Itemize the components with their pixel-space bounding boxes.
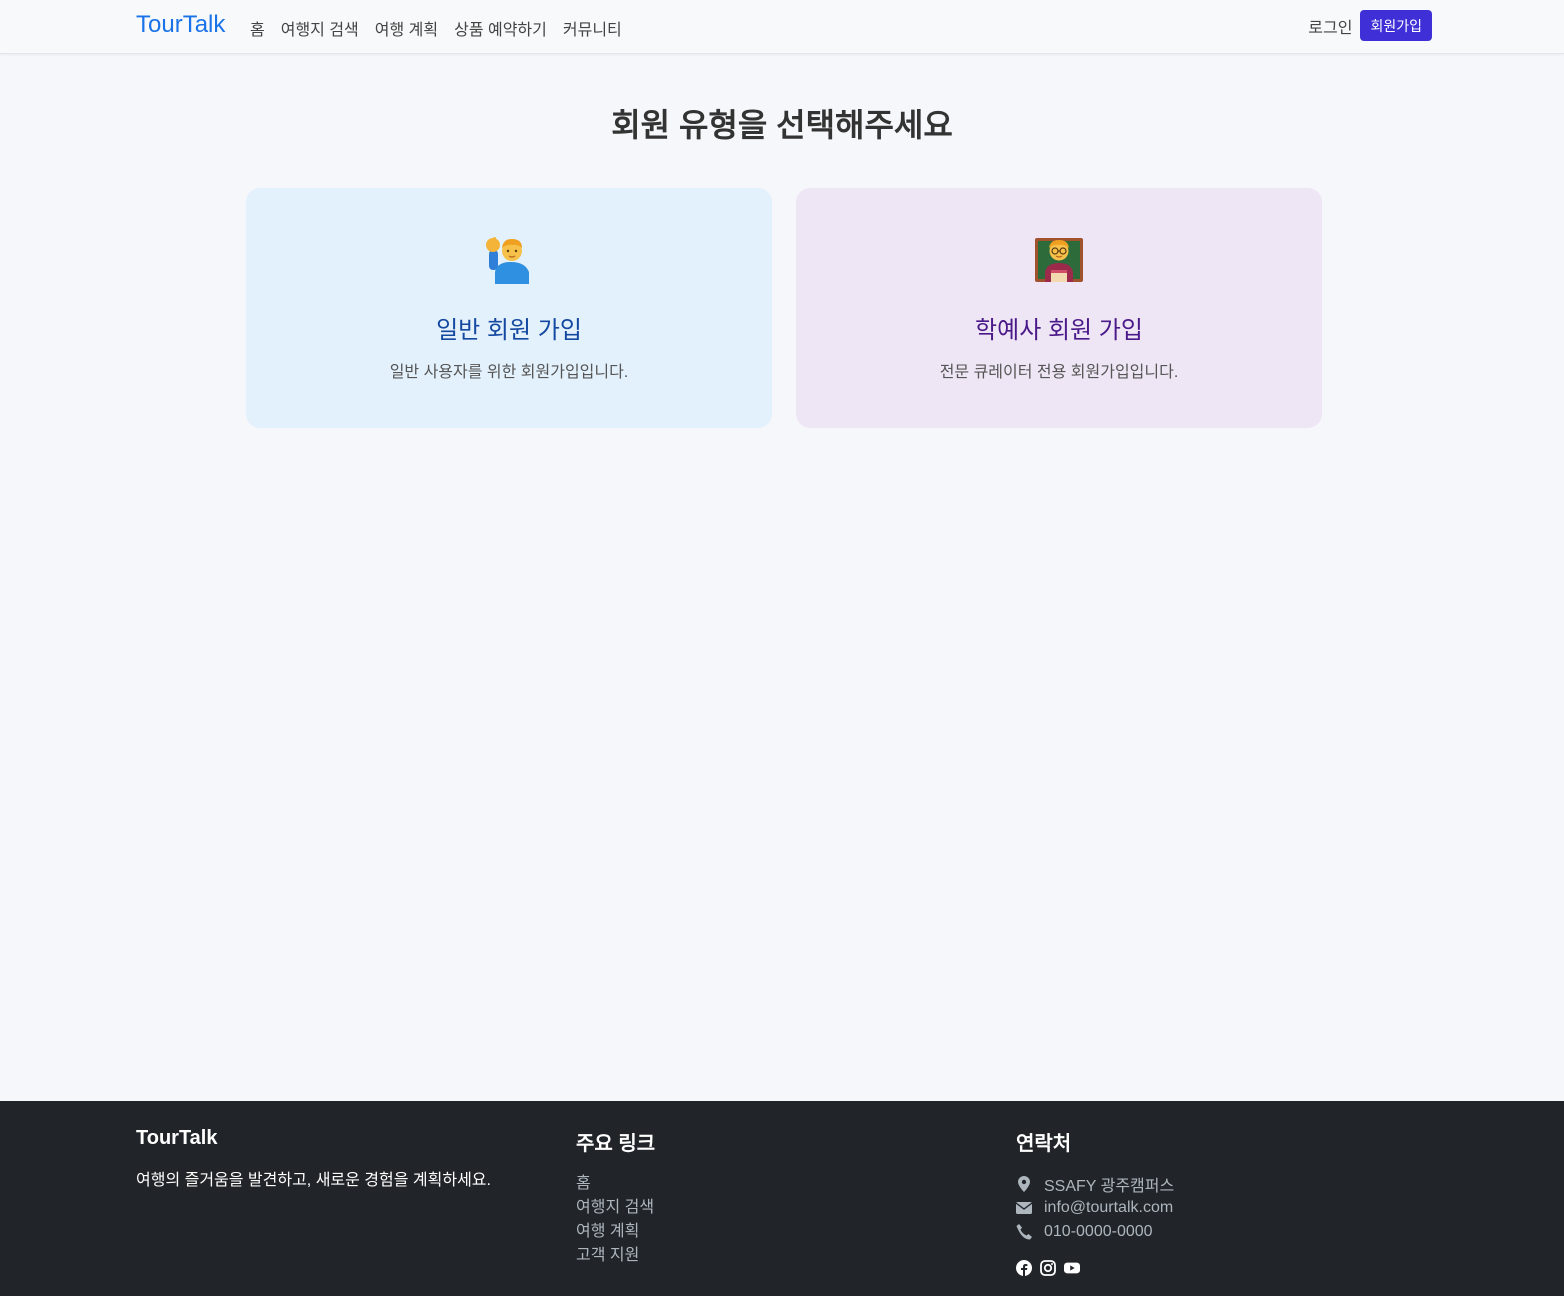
signup-button[interactable]: 회원가입: [1360, 10, 1432, 41]
youtube-icon[interactable]: [1064, 1260, 1080, 1276]
contact-address-text: SSAFY 광주캠퍼스: [1044, 1178, 1175, 1195]
curator-signup-description: 전문 큐레이터 전용 회원가입입니다.: [939, 364, 1179, 381]
curator-signup-title: 학예사 회원 가입: [975, 317, 1143, 344]
general-signup-description: 일반 사용자를 위한 회원가입입니다.: [389, 364, 629, 381]
general-signup-card[interactable]: 일반 회원 가입 일반 사용자를 위한 회원가입입니다.: [246, 188, 772, 428]
footer-tagline: 여행의 즐거움을 발견하고, 새로운 경험을 계획하세요.: [136, 1172, 491, 1189]
contact-email: info@tourtalk.com: [1016, 1196, 1174, 1220]
footer-links-title: 주요 링크: [576, 1133, 656, 1155]
social-links: [1016, 1260, 1174, 1276]
phone-icon: [1016, 1224, 1032, 1240]
curator-signup-card[interactable]: 학예사 회원 가입 전문 큐레이터 전용 회원가입입니다.: [796, 188, 1322, 428]
contact-email-text: info@tourtalk.com: [1044, 1199, 1174, 1216]
footer: TourTalk 여행의 즐거움을 발견하고, 새로운 경험을 계획하세요. 주…: [0, 1101, 1564, 1296]
footer-brand: TourTalk: [136, 1127, 218, 1149]
contact-phone-text: 010-0000-0000: [1044, 1223, 1153, 1240]
page-title: 회원 유형을 선택해주세요: [611, 107, 953, 143]
footer-links-list: 홈 여행지 검색 여행 계획 고객 지원: [576, 1172, 655, 1268]
footer-link-home[interactable]: 홈: [576, 1172, 655, 1196]
footer-contact-title: 연락처: [1016, 1133, 1072, 1155]
contact-phone: 010-0000-0000: [1016, 1220, 1174, 1244]
brand-logo[interactable]: TourTalk: [136, 11, 225, 39]
general-signup-title: 일반 회원 가입: [436, 317, 582, 344]
envelope-icon: [1016, 1200, 1032, 1216]
nav-link-booking[interactable]: 상품 예약하기: [454, 16, 547, 40]
instagram-icon[interactable]: [1040, 1260, 1056, 1276]
nav-links: 홈 여행지 검색 여행 계획 상품 예약하기 커뮤니티: [250, 16, 622, 40]
facebook-icon[interactable]: [1016, 1260, 1032, 1276]
footer-contact: 연락처 SSAFY 광주캠퍼스 info@tourtalk.com 010-00…: [1016, 1127, 1174, 1276]
teacher-icon: [796, 236, 1322, 284]
contact-address: SSAFY 광주캠퍼스: [1016, 1172, 1174, 1196]
navbar: TourTalk 홈 여행지 검색 여행 계획 상품 예약하기 커뮤니티 로그인…: [0, 0, 1564, 54]
footer-about: TourTalk 여행의 즐거움을 발견하고, 새로운 경험을 계획하세요.: [136, 1127, 491, 1190]
location-pin-icon: [1016, 1176, 1032, 1192]
footer-link-search[interactable]: 여행지 검색: [576, 1196, 655, 1220]
login-link[interactable]: 로그인: [1308, 14, 1352, 38]
nav-link-plan[interactable]: 여행 계획: [375, 16, 438, 40]
nav-link-search[interactable]: 여행지 검색: [281, 16, 359, 40]
nav-auth: 로그인 회원가입: [1308, 10, 1432, 41]
footer-link-support[interactable]: 고객 지원: [576, 1244, 655, 1268]
nav-link-home[interactable]: 홈: [250, 16, 265, 40]
person-raising-hand-icon: [246, 236, 772, 284]
footer-links-section: 주요 링크 홈 여행지 검색 여행 계획 고객 지원: [576, 1127, 655, 1268]
footer-link-plan[interactable]: 여행 계획: [576, 1220, 655, 1244]
nav-link-community[interactable]: 커뮤니티: [563, 16, 622, 40]
